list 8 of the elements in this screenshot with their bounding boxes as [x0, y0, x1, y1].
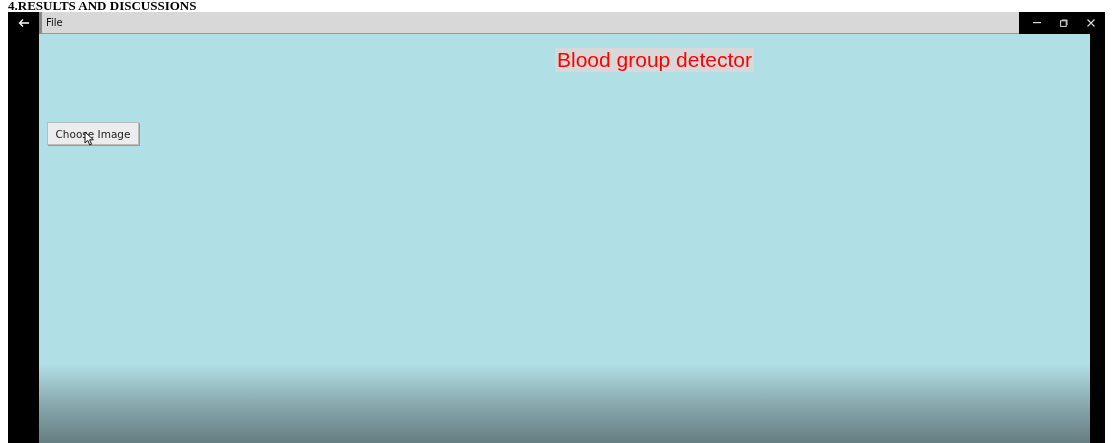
restore-icon[interactable]	[1060, 19, 1068, 27]
back-arrow-icon[interactable]	[17, 18, 30, 28]
menu-item[interactable]: File	[44, 16, 65, 29]
close-icon[interactable]	[1087, 19, 1096, 27]
minimize-icon[interactable]	[1032, 22, 1041, 24]
document-heading: 4.RESULTS AND DISCUSSIONS	[8, 0, 197, 12]
choose-image-button[interactable]: Choose Image	[47, 122, 139, 145]
app-title: Blood group detector	[555, 48, 754, 72]
